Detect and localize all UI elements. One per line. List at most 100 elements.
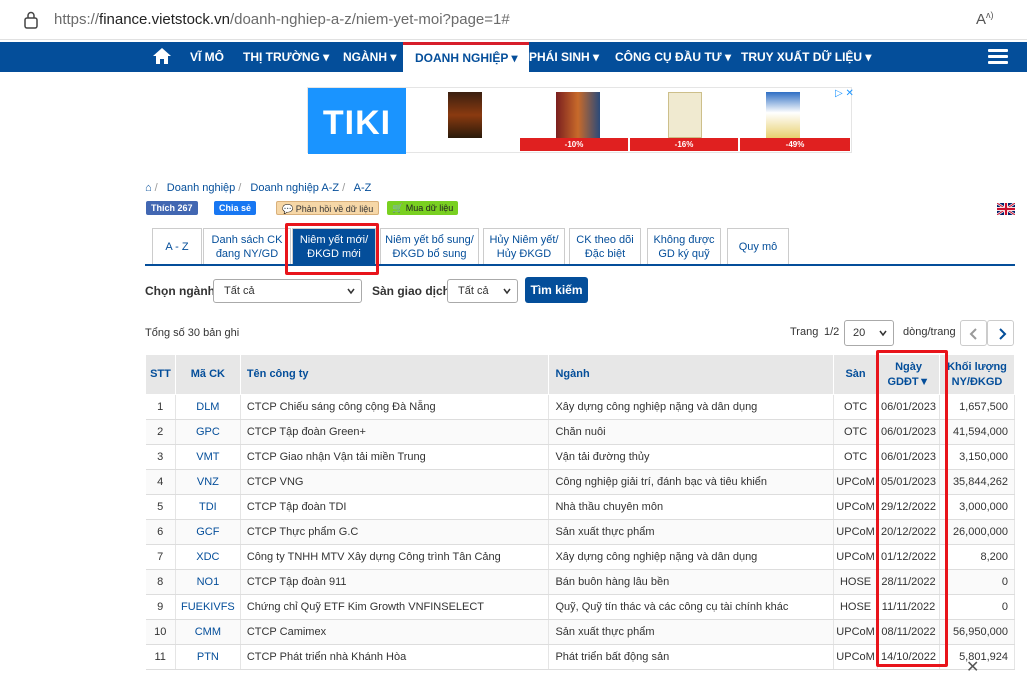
cell-ma-ck[interactable]: CMM xyxy=(175,619,241,645)
cell-ten-cong-ty: CTCP Tập đoàn Green+ xyxy=(240,419,550,445)
nav-item-phai-sinh[interactable]: PHÁI SINH ▾ xyxy=(529,42,599,72)
cell-ma-ck[interactable]: VNZ xyxy=(175,469,241,495)
col-san[interactable]: Sàn xyxy=(833,354,879,395)
cell-khoi-luong: 26,000,000 xyxy=(939,519,1015,545)
cell-nganh: Quỹ, Quỹ tín thác và các công cụ tài chí… xyxy=(548,594,835,620)
exchange-label: Sàn giao dịch xyxy=(372,284,451,298)
per-page-select[interactable]: 20 xyxy=(844,320,894,346)
cell-ma-ck[interactable]: TDI xyxy=(175,494,241,520)
read-aloud-icon[interactable]: Aʌ) xyxy=(976,10,994,28)
tab-bar: A - Z Danh sách CK đang NY/GD Niêm yết mớ… xyxy=(145,228,1015,266)
cell-khoi-luong: 0 xyxy=(939,594,1015,620)
nav-item-truy-xuat-du-lieu[interactable]: TRUY XUẤT DỮ LIỆU ▾ xyxy=(741,42,871,72)
feedback-button[interactable]: 💬 Phản hồi về dữ liệu xyxy=(276,201,380,215)
industry-select[interactable]: Tất cả xyxy=(213,279,362,303)
discount-badge: -16% xyxy=(630,138,738,151)
col-ma-ck[interactable]: Mã CK xyxy=(174,354,241,395)
tab-khong-duoc-gd-ky-quy[interactable]: Không được GD ký quỹ xyxy=(647,228,721,264)
tab-ck-theo-doi[interactable]: CK theo dõi Đặc biệt xyxy=(569,228,641,264)
cell-ma-ck[interactable]: NO1 xyxy=(175,569,241,595)
cell-khoi-luong: 3,150,000 xyxy=(939,444,1015,470)
highlight-box xyxy=(876,350,948,667)
close-icon[interactable]: ✕ xyxy=(966,657,979,677)
chevron-right-icon xyxy=(999,328,1007,340)
tab-danh-sach-ck[interactable]: Danh sách CK đang NY/GD xyxy=(203,228,291,264)
facebook-share-button[interactable]: Chia sẻ xyxy=(214,201,257,215)
cell-ma-ck[interactable]: DLM xyxy=(175,394,241,420)
tab-quy-mo[interactable]: Quy mô xyxy=(727,228,789,264)
home-icon[interactable] xyxy=(152,47,172,65)
cell-nganh: Chăn nuôi xyxy=(548,419,835,445)
cell-ten-cong-ty: CTCP Tập đoàn 911 xyxy=(240,569,550,595)
book-cover-image xyxy=(448,92,482,138)
cell-stt: 8 xyxy=(145,569,176,595)
cell-ten-cong-ty: Công ty TNHH MTV Xây dựng Công trình Tân… xyxy=(240,544,550,570)
book-cover-image xyxy=(556,92,600,138)
cell-nganh: Bán buôn hàng lâu bền xyxy=(548,569,835,595)
ad-choices-icon[interactable]: ▷ ✕ xyxy=(835,88,854,99)
nav-item-cong-cu-dau-tu[interactable]: CÔNG CỤ ĐẦU TƯ ▾ xyxy=(615,42,731,72)
lock-icon[interactable] xyxy=(24,11,38,29)
total-records: Tổng số 30 bản ghi xyxy=(145,327,240,339)
chevron-down-icon xyxy=(347,288,355,295)
cell-khoi-luong: 56,950,000 xyxy=(939,619,1015,645)
col-ten-cong-ty[interactable]: Tên công ty xyxy=(239,354,550,395)
browser-address-bar: https://finance.vietstock.vn/doanh-nghie… xyxy=(0,0,1027,40)
cell-san: UPCoM xyxy=(833,544,879,570)
nav-item-nganh[interactable]: NGÀNH ▾ xyxy=(343,42,396,72)
cell-san: OTC xyxy=(833,444,879,470)
breadcrumb-doanh-nghiep[interactable]: Doanh nghiệp xyxy=(167,182,236,194)
cell-ma-ck[interactable]: XDC xyxy=(175,544,241,570)
tab-a-z[interactable]: A - Z xyxy=(152,228,202,264)
cell-san: UPCoM xyxy=(833,619,879,645)
ad-banner[interactable]: TIKI -10% -16% -49% xyxy=(307,87,852,154)
exchange-select[interactable]: Tất cả xyxy=(447,279,518,303)
cell-khoi-luong: 3,000,000 xyxy=(939,494,1015,520)
cell-ten-cong-ty: CTCP Camimex xyxy=(240,619,550,645)
nav-item-doanh-nghiep[interactable]: DOANH NGHIỆP ▾ xyxy=(403,42,530,72)
col-nganh[interactable]: Ngành xyxy=(548,354,835,395)
cell-stt: 6 xyxy=(145,519,176,545)
home-icon[interactable]: ⌂ xyxy=(145,182,152,194)
facebook-like-button[interactable]: Thích 267 xyxy=(146,201,198,215)
cell-nganh: Xây dựng công nghiệp nặng và dân dụng xyxy=(548,394,835,420)
chevron-down-icon xyxy=(503,288,511,295)
cell-san: HOSE xyxy=(833,569,879,595)
cell-san: OTC xyxy=(833,419,879,445)
menu-icon[interactable] xyxy=(988,49,1008,65)
next-page-button[interactable] xyxy=(987,320,1014,346)
cell-ten-cong-ty: CTCP VNG xyxy=(240,469,550,495)
nav-item-thi-truong[interactable]: THỊ TRƯỜNG ▾ xyxy=(243,42,329,72)
cell-ma-ck[interactable]: VMT xyxy=(175,444,241,470)
buy-data-button[interactable]: 🛒 Mua dữ liệu xyxy=(387,201,459,215)
cell-stt: 3 xyxy=(145,444,176,470)
cell-stt: 4 xyxy=(145,469,176,495)
cell-ma-ck[interactable]: GCF xyxy=(175,519,241,545)
col-khoi-luong[interactable]: Khối lượng NY/ĐKGD xyxy=(939,354,1015,395)
cell-stt: 5 xyxy=(145,494,176,520)
prev-page-button[interactable] xyxy=(960,320,987,346)
search-button[interactable]: Tìm kiếm xyxy=(525,277,588,303)
cell-ma-ck[interactable]: GPC xyxy=(175,419,241,445)
breadcrumb-doanh-nghiep-az[interactable]: Doanh nghiệp A-Z xyxy=(250,182,339,194)
cell-nganh: Xây dựng công nghiệp nặng và dân dụng xyxy=(548,544,835,570)
cell-ten-cong-ty: CTCP Phát triển nhà Khánh Hòa xyxy=(240,644,550,670)
breadcrumb: ⌂ / Doanh nghiệp / Doanh nghiệp A-Z / A-Z xyxy=(145,182,372,194)
cell-san: UPCoM xyxy=(833,494,879,520)
cell-san: UPCoM xyxy=(833,469,879,495)
cell-stt: 7 xyxy=(145,544,176,570)
tab-niem-yet-bo-sung[interactable]: Niêm yết bổ sung/ĐKGD bổ sung xyxy=(380,228,479,264)
tab-huy-niem-yet[interactable]: Hủy Niêm yết/Hủy ĐKGD xyxy=(483,228,565,264)
nav-item-vi-mo[interactable]: VĨ MÔ xyxy=(190,42,224,72)
cell-stt: 2 xyxy=(145,419,176,445)
cell-ten-cong-ty: CTCP Chiếu sáng công cộng Đà Nẵng xyxy=(240,394,550,420)
cell-ma-ck[interactable]: PTN xyxy=(175,644,241,670)
cell-ma-ck[interactable]: FUEKIVFS xyxy=(175,594,241,620)
cell-ten-cong-ty: CTCP Tập đoàn TDI xyxy=(240,494,550,520)
uk-flag-icon[interactable] xyxy=(997,203,1015,215)
breadcrumb-az[interactable]: A-Z xyxy=(354,182,372,194)
industry-label: Chọn ngành xyxy=(145,284,215,298)
cell-ten-cong-ty: CTCP Thực phẩm G.C xyxy=(240,519,550,545)
url-field[interactable]: https://finance.vietstock.vn/doanh-nghie… xyxy=(54,11,510,28)
cell-khoi-luong: 0 xyxy=(939,569,1015,595)
